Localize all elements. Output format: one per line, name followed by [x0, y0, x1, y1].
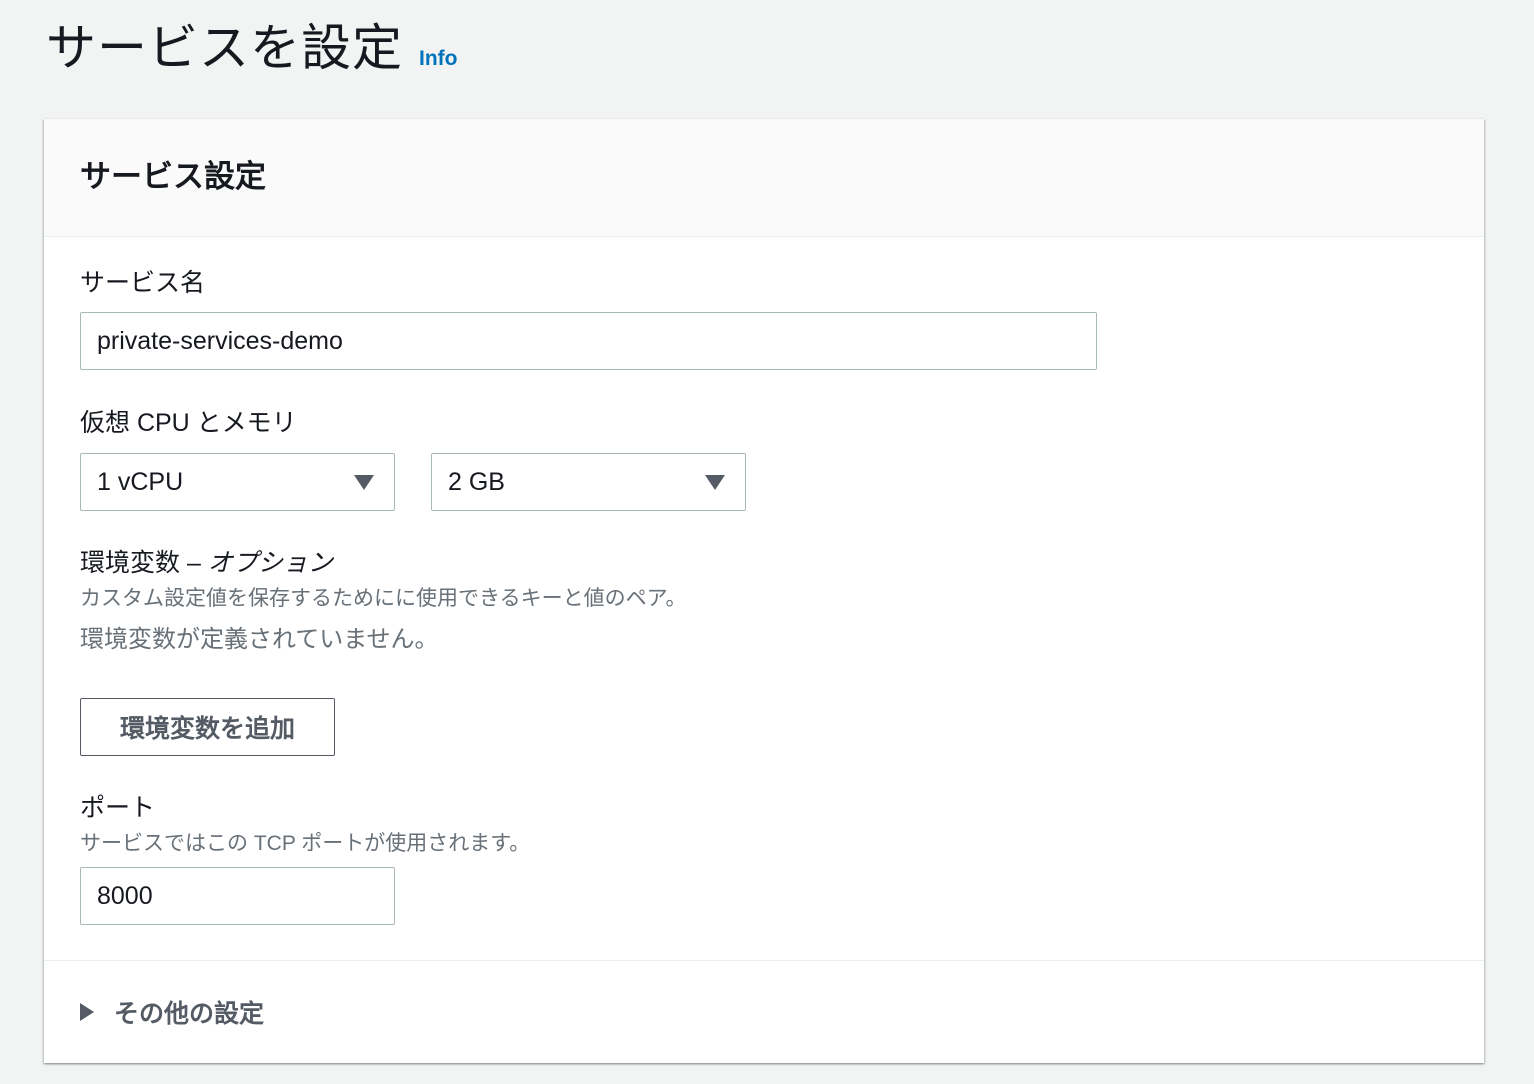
panel-header: サービス設定 — [44, 119, 1484, 237]
memory-select-value: 2 GB — [448, 467, 505, 496]
env-vars-optional-label: オプション — [207, 549, 333, 577]
page-title: サービスを設定 — [46, 20, 403, 76]
caret-down-icon — [354, 474, 374, 490]
env-vars-label: 環境変数 – オプション — [80, 547, 333, 579]
additional-settings-label: その他の設定 — [114, 1000, 265, 1028]
env-vars-label-separator: – — [180, 549, 208, 577]
add-env-var-button[interactable]: 環境変数を追加 — [80, 698, 335, 756]
env-vars-label-text: 環境変数 — [80, 549, 181, 577]
port-input[interactable] — [80, 867, 395, 925]
caret-down-icon — [705, 474, 725, 490]
cpu-select[interactable]: 1 vCPU — [80, 453, 395, 511]
service-settings-panel: サービス設定 サービス名 仮想 CPU とメモリ 1 vCPU 2 GB 環境変… — [44, 119, 1484, 1063]
caret-right-icon — [80, 1003, 94, 1021]
cpu-select-value: 1 vCPU — [97, 467, 184, 496]
info-link[interactable]: Info — [419, 47, 457, 71]
port-description: サービスではこの TCP ポートが使用されます。 — [80, 832, 531, 855]
env-vars-description: カスタム設定値を保存するためにに使用できるキーと値のペア。 — [80, 587, 687, 610]
service-name-input[interactable] — [80, 312, 1097, 370]
env-vars-empty-message: 環境変数が定義されていません。 — [80, 626, 439, 653]
port-label: ポート — [80, 794, 156, 822]
memory-select[interactable]: 2 GB — [431, 453, 746, 511]
panel-title: サービス設定 — [80, 159, 266, 194]
cpu-memory-label: 仮想 CPU とメモリ — [80, 409, 297, 437]
service-name-label: サービス名 — [80, 269, 206, 297]
page-header: サービスを設定 Info — [46, 18, 457, 78]
additional-settings-toggle[interactable]: その他の設定 — [44, 960, 1484, 1063]
